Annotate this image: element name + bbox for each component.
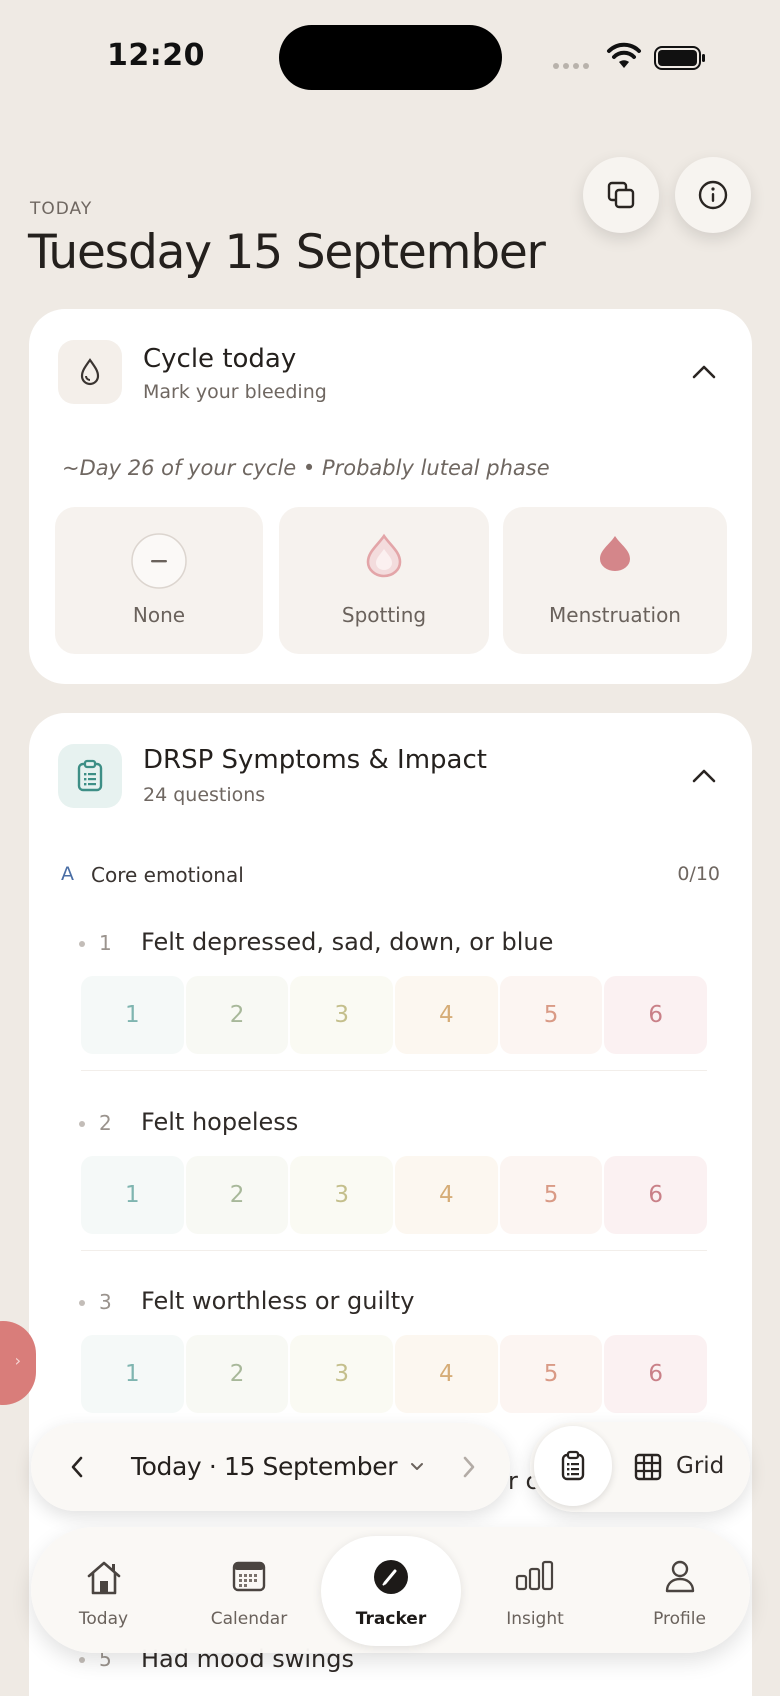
rating-2-button[interactable]: 2 [185, 1156, 289, 1234]
rating-6-button[interactable]: 6 [604, 1156, 708, 1234]
rating-6-button[interactable]: 6 [604, 976, 708, 1054]
cycle-card-title: Cycle today [143, 344, 297, 374]
tab-bar: Today Calendar Tracker Insight Profile [31, 1527, 750, 1653]
tab-today[interactable]: Today [31, 1527, 176, 1653]
chevron-down-icon[interactable] [409, 1459, 425, 1475]
rating-1-button[interactable]: 1 [81, 1335, 184, 1413]
question-text: Felt worthless or guilty [141, 1287, 415, 1315]
rating-5-button[interactable]: 5 [499, 1156, 603, 1234]
current-date-label[interactable]: Today · 15 September [131, 1452, 397, 1481]
status-time: 12:20 [107, 38, 205, 73]
rating-1-button[interactable]: 1 [81, 976, 184, 1054]
rating-scale-q3: 1 2 3 4 5 6 [81, 1335, 708, 1413]
copy-button[interactable] [583, 157, 659, 233]
drsp-card-subtitle: 24 questions [143, 784, 266, 806]
rating-3-button[interactable]: 3 [290, 1335, 394, 1413]
collapse-drsp-chevron-icon[interactable] [690, 762, 718, 790]
option-label-menstruation: Menstruation [549, 603, 681, 627]
question-number: 1 [99, 931, 112, 955]
rating-2-button[interactable]: 2 [185, 976, 289, 1054]
bleeding-option-menstruation[interactable]: Menstruation [503, 507, 727, 654]
divider [81, 1070, 707, 1071]
tab-label: Today [78, 1609, 129, 1629]
section-label: Core emotional [91, 863, 244, 887]
info-icon [698, 180, 728, 210]
rating-6-button[interactable]: 6 [604, 1335, 708, 1413]
cycle-card-subtitle: Mark your bleeding [143, 381, 327, 403]
question-text: Felt hopeless [141, 1108, 299, 1136]
cycle-card: Cycle today Mark your bleeding ~Day 26 o… [29, 309, 752, 684]
rating-4-button[interactable]: 4 [395, 1156, 498, 1234]
tab-label: Calendar [210, 1609, 288, 1629]
rating-2-button[interactable]: 2 [185, 1335, 289, 1413]
rating-4-button[interactable]: 4 [395, 1335, 498, 1413]
collapse-cycle-chevron-icon[interactable] [690, 358, 718, 386]
drop-filled-icon [600, 536, 630, 571]
previous-day-chevron-icon[interactable] [67, 1453, 87, 1481]
tab-tracker[interactable]: Tracker [321, 1527, 461, 1653]
clipboard-icon [58, 744, 122, 808]
tab-calendar[interactable]: Calendar [178, 1527, 320, 1653]
house-icon [87, 1561, 120, 1595]
next-day-chevron-icon[interactable] [459, 1453, 479, 1481]
tab-label: Profile [653, 1609, 706, 1629]
rating-3-button[interactable]: 3 [290, 1156, 394, 1234]
date-overline: TODAY [30, 199, 93, 219]
info-button[interactable] [675, 157, 751, 233]
question-number: 2 [99, 1111, 112, 1135]
question-text: Felt depressed, sad, down, or blue [141, 928, 554, 956]
dash-circle-icon [131, 533, 187, 589]
calendar-icon [232, 1561, 266, 1592]
rating-scale-q1: 1 2 3 4 5 6 [81, 976, 708, 1054]
page-title: Tuesday 15 September [28, 225, 546, 280]
copy-icon [607, 181, 635, 209]
date-navigator: Today · 15 September [31, 1423, 510, 1511]
cycle-day-note: ~Day 26 of your cycle • Probably luteal … [62, 456, 550, 480]
clipboard-list-icon [561, 1450, 585, 1481]
battery-icon [654, 46, 705, 70]
dynamic-island [279, 25, 502, 90]
rating-4-button[interactable]: 4 [395, 976, 498, 1054]
rating-5-button[interactable]: 5 [499, 1335, 603, 1413]
person-icon [665, 1560, 694, 1593]
drsp-card-title: DRSP Symptoms & Impact [143, 745, 487, 775]
bar-chart-icon [515, 1560, 554, 1591]
tracker-pen-icon [374, 1560, 408, 1594]
section-letter: A [61, 863, 74, 885]
list-view-button[interactable] [534, 1426, 612, 1506]
tab-profile[interactable]: Profile [609, 1527, 750, 1653]
cellular-signal-icon [553, 63, 589, 69]
drop-icon [58, 340, 122, 404]
tab-label: Tracker [355, 1609, 427, 1629]
bleeding-option-spotting[interactable]: Spotting [279, 507, 489, 654]
chevron-right-icon: › [14, 1351, 21, 1370]
rating-scale-q2: 1 2 3 4 5 6 [81, 1156, 708, 1234]
status-bar: 12:20 [0, 0, 780, 110]
grid-view-label[interactable]: Grid [676, 1453, 724, 1479]
rating-1-button[interactable]: 1 [81, 1156, 184, 1234]
question-number: 3 [99, 1290, 112, 1314]
grid-icon[interactable] [634, 1453, 662, 1481]
option-label-spotting: Spotting [341, 603, 427, 627]
question-bullet [79, 941, 85, 947]
rating-3-button[interactable]: 3 [290, 976, 394, 1054]
drop-outline-icon [366, 533, 402, 578]
rating-5-button[interactable]: 5 [499, 976, 603, 1054]
wifi-icon [607, 42, 641, 68]
view-toggle: Grid [530, 1422, 750, 1512]
question-bullet [79, 1657, 85, 1663]
bleeding-option-none[interactable]: None [55, 507, 263, 654]
question-bullet [79, 1121, 85, 1127]
option-label-none: None [132, 603, 186, 627]
question-bullet [79, 1300, 85, 1306]
tab-insight[interactable]: Insight [463, 1527, 607, 1653]
section-progress-count: 0/10 [677, 863, 720, 885]
tab-label: Insight [506, 1609, 564, 1629]
divider [81, 1250, 707, 1251]
